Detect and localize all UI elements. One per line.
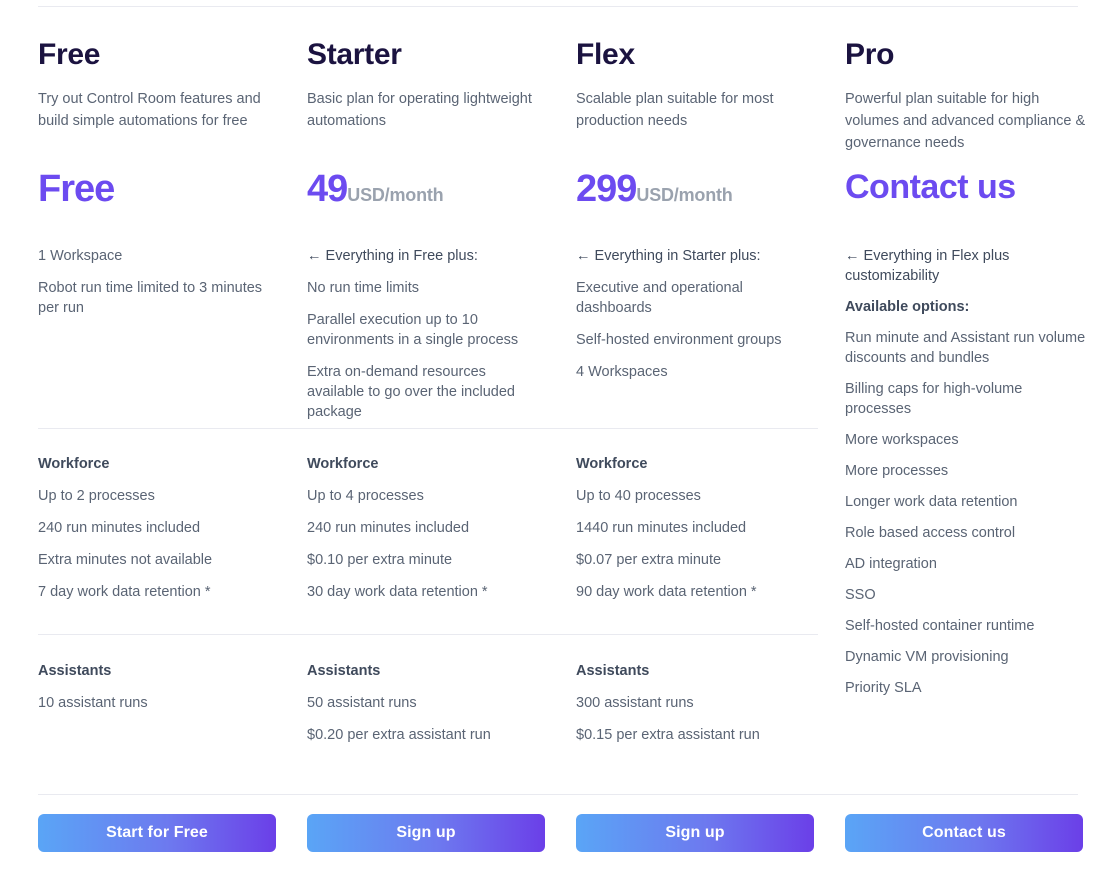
- section-title: Workforce: [576, 456, 648, 472]
- list-item: Extra on-demand resources available to g…: [307, 364, 515, 420]
- section-title: Workforce: [307, 456, 379, 472]
- list-item: Role based access control: [845, 525, 1016, 541]
- plan-description: Try out Control Room features and build …: [38, 91, 261, 129]
- list-item: $0.15 per extra assistant run: [576, 727, 760, 743]
- list-item: AD integration: [845, 556, 937, 572]
- feature-list: ← Everything in Free plus: No run time l…: [307, 246, 547, 434]
- workforce-section: Workforce Up to 2 processes 240 run minu…: [38, 454, 278, 614]
- list-item: Self-hosted container runtime: [845, 618, 1035, 634]
- list-item: Robot run time limited to 3 minutes per …: [38, 280, 263, 316]
- list-item: 240 run minutes included: [38, 520, 201, 536]
- plan-price: 299USD/month: [576, 170, 733, 208]
- cta-button-free[interactable]: Start for Free: [38, 814, 276, 852]
- assistants-section: Assistants 50 assistant runs $0.20 per e…: [307, 661, 547, 757]
- plan-title: Pro: [845, 38, 895, 71]
- list-item: 7 day work data retention *: [38, 584, 211, 600]
- plan-description: Powerful plan suitable for high volumes …: [845, 91, 1086, 151]
- plan-price: Contact us: [845, 170, 1016, 204]
- feature-list: ← Everything in Flex plus customizabilit…: [845, 246, 1091, 709]
- list-item: More processes: [845, 463, 949, 479]
- price-amount: Free: [38, 168, 115, 210]
- plan-title: Flex: [576, 38, 635, 71]
- workforce-list: Up to 4 processes 240 run minutes includ…: [307, 486, 547, 602]
- workforce-list: Up to 2 processes 240 run minutes includ…: [38, 486, 278, 602]
- list-item: Up to 4 processes: [307, 488, 424, 504]
- workforce-section: Workforce Up to 4 processes 240 run minu…: [307, 454, 547, 614]
- list-item: 50 assistant runs: [307, 695, 417, 711]
- price-amount: Contact us: [845, 168, 1016, 206]
- plan-title: Free: [38, 38, 101, 71]
- workforce-section: Workforce Up to 40 processes 1440 run mi…: [576, 454, 816, 614]
- list-item: 1440 run minutes included: [576, 520, 747, 536]
- list-item: $0.10 per extra minute: [307, 552, 453, 568]
- list-item: Extra minutes not available: [38, 552, 213, 568]
- plan-description: Scalable plan suitable for most producti…: [576, 91, 774, 129]
- assistants-list: 300 assistant runs $0.15 per extra assis…: [576, 693, 816, 745]
- list-item: Dynamic VM provisioning: [845, 649, 1009, 665]
- list-item: $0.20 per extra assistant run: [307, 727, 491, 743]
- assistants-section: Assistants 300 assistant runs $0.15 per …: [576, 661, 816, 757]
- list-item: Self-hosted environment groups: [576, 332, 782, 348]
- plan-price: 49USD/month: [307, 168, 444, 210]
- divider-above-assistants: [38, 634, 818, 635]
- assistants-list: 50 assistant runs $0.20 per extra assist…: [307, 693, 547, 745]
- feature-list: 1 Workspace Robot run time limited to 3 …: [38, 246, 278, 330]
- list-item: SSO: [845, 587, 876, 603]
- list-item: Priority SLA: [845, 680, 922, 696]
- list-item: Longer work data retention: [845, 494, 1018, 510]
- list-item: 300 assistant runs: [576, 695, 694, 711]
- list-item: No run time limits: [307, 280, 419, 296]
- list-item: ← Everything in Flex plus customizabilit…: [845, 248, 1010, 284]
- workforce-list: Up to 40 processes 1440 run minutes incl…: [576, 486, 816, 602]
- section-title: Assistants: [576, 663, 650, 679]
- list-item: $0.07 per extra minute: [576, 552, 722, 568]
- price-unit: USD/month: [347, 185, 444, 205]
- assistants-section: Assistants 10 assistant runs: [38, 661, 278, 725]
- price-amount: 49: [307, 168, 348, 210]
- plan-title: Starter: [307, 38, 402, 71]
- list-item: More workspaces: [845, 432, 959, 448]
- list-item: ← Everything in Starter plus:: [576, 248, 761, 264]
- list-item: Executive and operational dashboards: [576, 280, 743, 316]
- price-unit: USD/month: [636, 185, 733, 205]
- list-item: 10 assistant runs: [38, 695, 148, 711]
- list-item: Available options:: [845, 299, 970, 315]
- feature-list: ← Everything in Starter plus: Executive …: [576, 246, 816, 394]
- list-item: 4 Workspaces: [576, 364, 668, 380]
- list-item: 30 day work data retention *: [307, 584, 488, 600]
- list-item: 240 run minutes included: [307, 520, 470, 536]
- plan-description: Basic plan for operating lightweight aut…: [307, 91, 532, 129]
- pricing-page: Free Try out Control Room features and b…: [0, 0, 1108, 869]
- divider-above-cta: [38, 794, 1078, 795]
- list-item: ← Everything in Free plus:: [307, 248, 478, 264]
- list-item: Parallel execution up to 10 environments…: [307, 312, 519, 348]
- plan-price: Free: [38, 168, 115, 210]
- list-item: Up to 2 processes: [38, 488, 155, 504]
- list-item: 90 day work data retention *: [576, 584, 757, 600]
- list-item: Up to 40 processes: [576, 488, 701, 504]
- section-title: Assistants: [38, 663, 112, 679]
- list-item: Run minute and Assistant run volume disc…: [845, 330, 1086, 366]
- assistants-list: 10 assistant runs: [38, 693, 278, 713]
- section-title: Workforce: [38, 456, 110, 472]
- list-item: Billing caps for high-volume processes: [845, 381, 1023, 417]
- price-amount: 299: [576, 168, 637, 210]
- section-title: Assistants: [307, 663, 381, 679]
- cta-button-pro[interactable]: Contact us: [845, 814, 1083, 852]
- list-item: 1 Workspace: [38, 248, 123, 264]
- cta-button-flex[interactable]: Sign up: [576, 814, 814, 852]
- divider-top: [38, 6, 1078, 7]
- cta-button-starter[interactable]: Sign up: [307, 814, 545, 852]
